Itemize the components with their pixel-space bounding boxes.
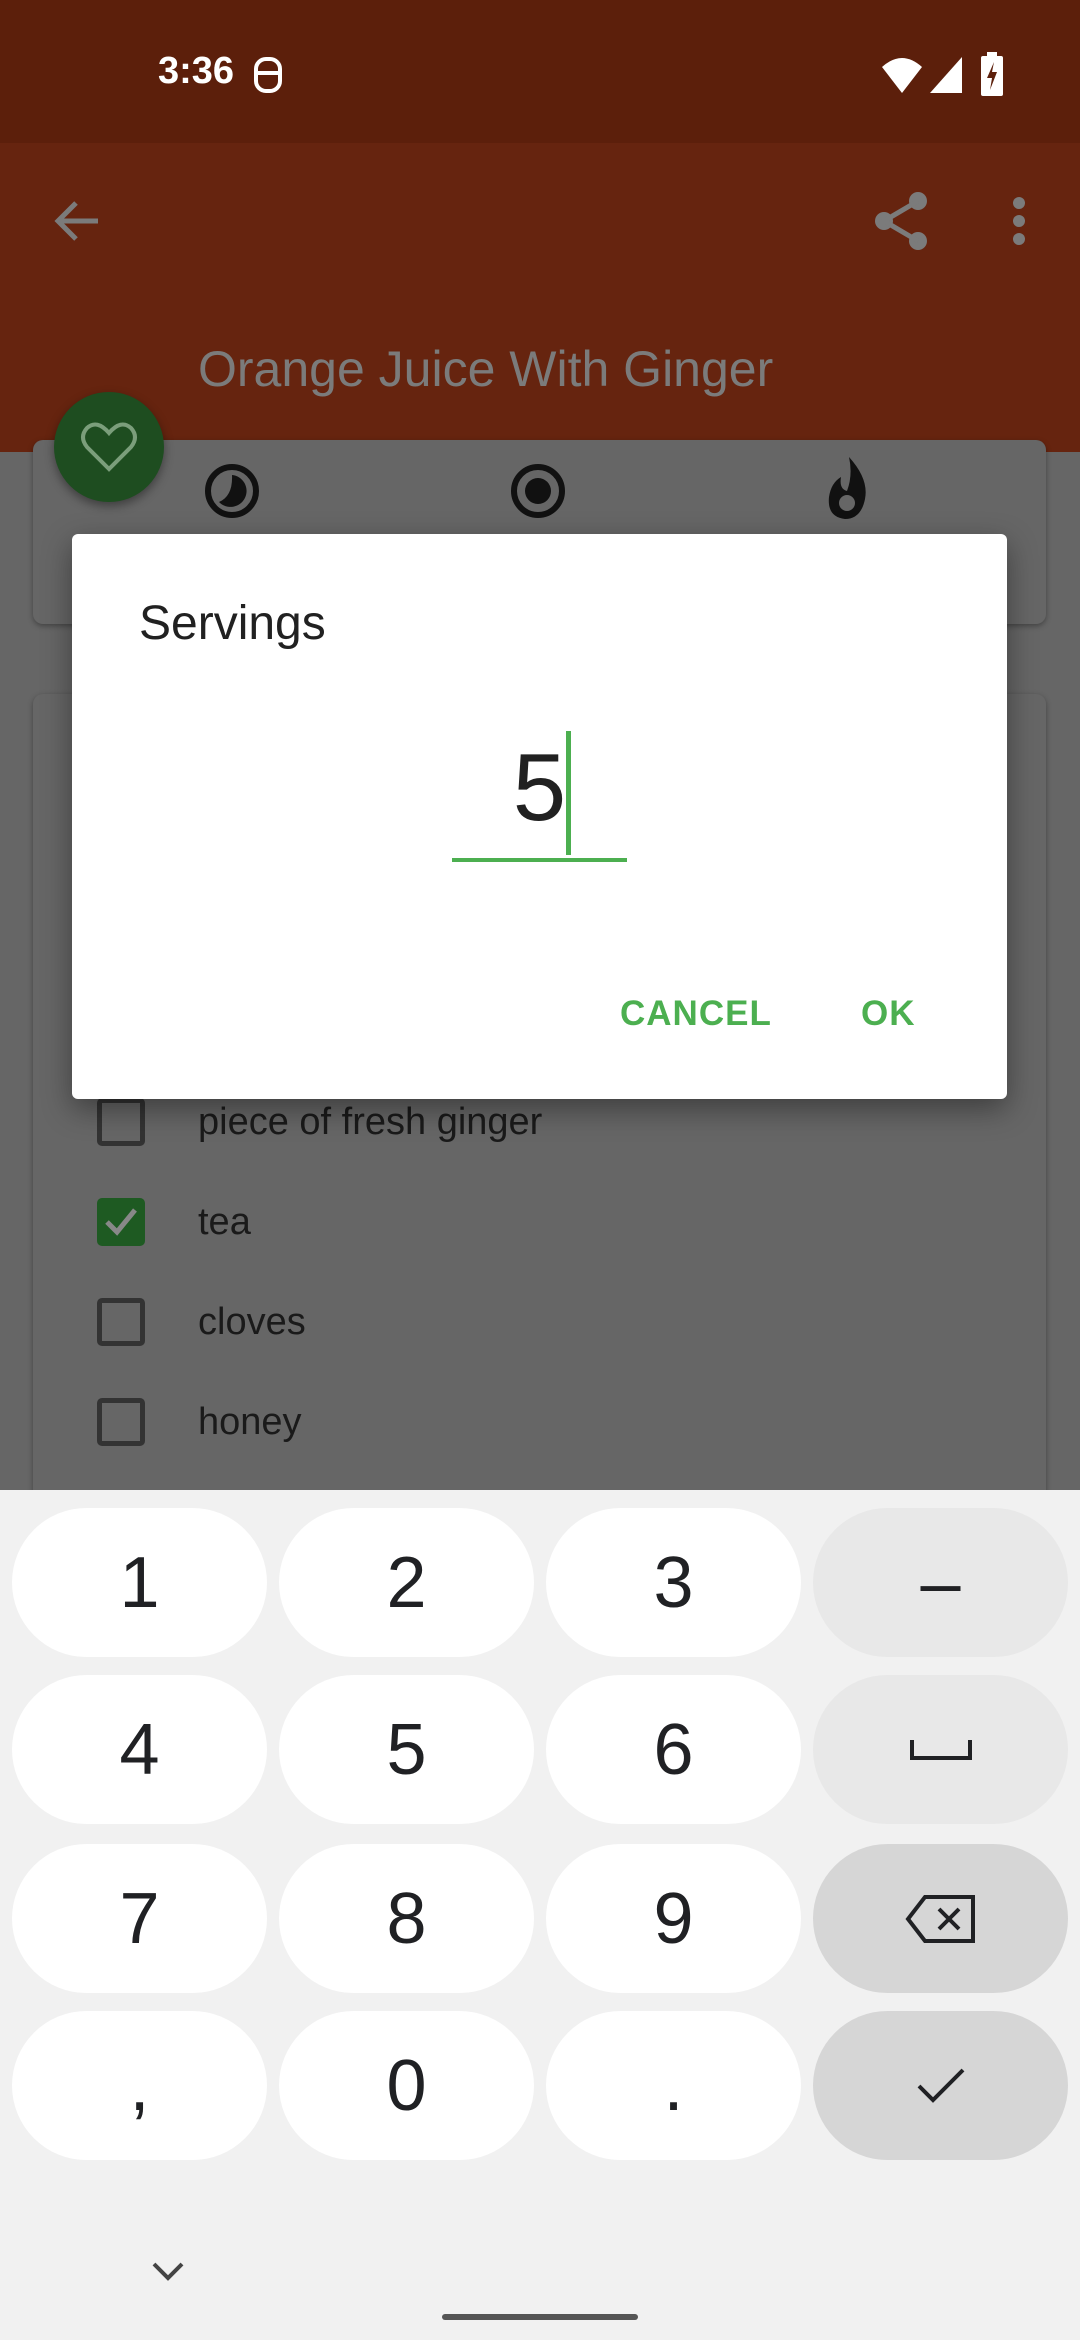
key-dash[interactable]: – bbox=[813, 1508, 1068, 1657]
notification-icon bbox=[254, 57, 282, 93]
ingredient-label: piece of fresh ginger bbox=[198, 1100, 543, 1143]
chevron-down-icon[interactable] bbox=[150, 2260, 186, 2284]
ingredient-item[interactable]: piece of fresh ginger bbox=[97, 1092, 997, 1152]
navigation-handle[interactable] bbox=[442, 2314, 638, 2320]
check-icon bbox=[105, 1208, 137, 1236]
space-icon bbox=[909, 1739, 972, 1760]
app-bar: Orange Juice With Ginger bbox=[0, 143, 1080, 452]
target-icon bbox=[511, 464, 565, 518]
ingredient-label: tea bbox=[198, 1200, 251, 1243]
checkbox[interactable] bbox=[97, 1098, 145, 1146]
key-9[interactable]: 9 bbox=[546, 1844, 801, 1993]
key-comma[interactable]: , bbox=[12, 2011, 267, 2160]
checkbox[interactable] bbox=[97, 1398, 145, 1446]
status-time: 3:36 bbox=[158, 50, 235, 92]
more-vert-icon[interactable] bbox=[1005, 193, 1033, 249]
servings-input[interactable]: 5 bbox=[452, 724, 627, 862]
ok-button[interactable]: OK bbox=[861, 994, 916, 1034]
wifi-icon bbox=[882, 58, 922, 93]
ingredient-label: honey bbox=[198, 1400, 302, 1443]
flame-icon bbox=[828, 457, 866, 519]
numeric-keyboard: 1 2 3 – 4 5 6 7 8 9 , 0 . bbox=[0, 1490, 1080, 2340]
key-5[interactable]: 5 bbox=[279, 1675, 534, 1824]
key-2[interactable]: 2 bbox=[279, 1508, 534, 1657]
recipe-title: Orange Juice With Ginger bbox=[198, 341, 774, 397]
key-8[interactable]: 8 bbox=[279, 1844, 534, 1993]
heart-outline-icon bbox=[81, 422, 137, 472]
backspace-icon bbox=[904, 1894, 975, 1943]
arrow-back-icon[interactable] bbox=[50, 193, 106, 249]
key-1[interactable]: 1 bbox=[12, 1508, 267, 1657]
check-icon bbox=[917, 2068, 964, 2103]
dialog-title: Servings bbox=[139, 597, 326, 650]
ingredient-item[interactable]: cloves bbox=[97, 1292, 997, 1352]
text-cursor bbox=[566, 731, 571, 855]
key-0[interactable]: 0 bbox=[279, 2011, 534, 2160]
key-space[interactable] bbox=[813, 1675, 1068, 1824]
ingredient-label: cloves bbox=[198, 1300, 306, 1343]
ingredient-item[interactable]: tea bbox=[97, 1192, 997, 1252]
key-backspace[interactable] bbox=[813, 1844, 1068, 1993]
cancel-button[interactable]: CANCEL bbox=[620, 994, 772, 1034]
share-icon[interactable] bbox=[872, 191, 932, 251]
key-3[interactable]: 3 bbox=[546, 1508, 801, 1657]
status-bar: 3:36 bbox=[0, 0, 1080, 143]
key-6[interactable]: 6 bbox=[546, 1675, 801, 1824]
signal-icon bbox=[930, 57, 962, 93]
favorite-button[interactable] bbox=[54, 392, 164, 502]
battery-charging-icon bbox=[981, 52, 1003, 96]
servings-dialog: Servings 5 CANCEL OK bbox=[72, 534, 1007, 1099]
checkbox-checked[interactable] bbox=[97, 1198, 145, 1246]
key-period[interactable]: . bbox=[546, 2011, 801, 2160]
key-7[interactable]: 7 bbox=[12, 1844, 267, 1993]
ingredient-item[interactable]: honey bbox=[97, 1392, 997, 1452]
clock-icon bbox=[205, 464, 259, 518]
key-done[interactable] bbox=[813, 2011, 1068, 2160]
checkbox[interactable] bbox=[97, 1298, 145, 1346]
key-4[interactable]: 4 bbox=[12, 1675, 267, 1824]
